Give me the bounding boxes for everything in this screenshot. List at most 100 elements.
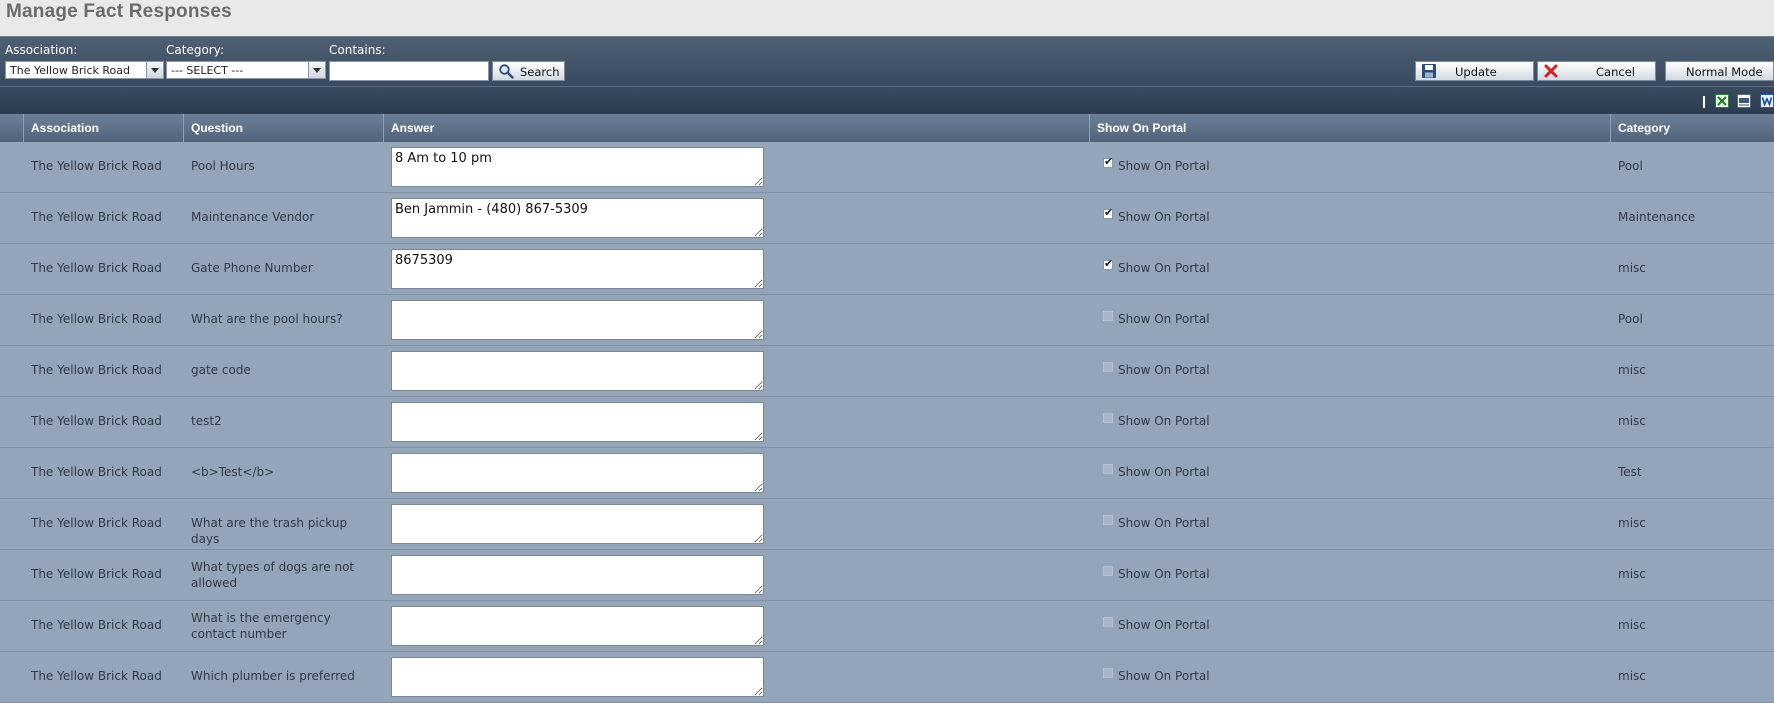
cell-category: misc	[1618, 567, 1646, 581]
category-label: Category:	[166, 43, 224, 57]
cell-association: The Yellow Brick Road	[31, 516, 162, 530]
column-header-show-on-portal[interactable]: Show On Portal	[1089, 114, 1610, 142]
answer-textarea[interactable]	[391, 300, 764, 340]
cell-category: misc	[1618, 669, 1646, 683]
cell-category: Maintenance	[1618, 210, 1696, 224]
table-row: The Yellow Brick Road <b>Test</b> Show On …	[0, 448, 1774, 499]
show-on-portal-checkbox[interactable]: ✔	[1103, 258, 1113, 270]
table-row: The Yellow Brick Road What types of dogs …	[0, 550, 1774, 601]
show-on-portal-checkbox[interactable]	[1103, 668, 1113, 678]
show-on-portal-label: Show On Portal	[1118, 363, 1210, 377]
normal-mode-button[interactable]: Normal Mode	[1665, 61, 1774, 81]
column-header-show-on-portal-label: Show On Portal	[1097, 121, 1187, 135]
cell-category: misc	[1618, 516, 1646, 530]
show-on-portal-checkbox[interactable]: ✔	[1103, 206, 1114, 219]
show-on-portal-checkbox[interactable]	[1103, 566, 1113, 576]
show-on-portal-label: Show On Portal	[1118, 312, 1210, 326]
cell-association: The Yellow Brick Road	[31, 465, 162, 479]
checkmark-icon: ✔	[1104, 206, 1114, 219]
chevron-down-icon[interactable]	[308, 62, 325, 78]
show-on-portal-label: Show On Portal	[1118, 465, 1210, 479]
column-header-question[interactable]: Question	[183, 114, 383, 142]
close-icon	[1544, 64, 1558, 78]
show-on-portal-label: Show On Portal	[1118, 669, 1210, 683]
csv-export-icon[interactable]	[1737, 94, 1751, 108]
grid-header: Association Question Answer Show On Port…	[0, 114, 1774, 143]
table-row: The Yellow Brick Road Maintenance Vendor B…	[0, 193, 1774, 244]
checkmark-icon: ✔	[1104, 155, 1114, 168]
show-on-portal-checkbox[interactable]	[1103, 464, 1113, 474]
table-row: The Yellow Brick Road What are the trash …	[0, 499, 1774, 550]
association-label: Association:	[5, 43, 78, 57]
show-on-portal-label: Show On Portal	[1118, 516, 1210, 530]
cell-question: What types of dogs are not allowed	[191, 560, 355, 590]
show-on-portal-checkbox[interactable]	[1103, 515, 1113, 525]
column-header-association-label: Association	[31, 121, 100, 135]
column-header-answer[interactable]: Answer	[383, 114, 1089, 142]
table-row: The Yellow Brick Road Gate Phone Number 86…	[0, 244, 1774, 295]
answer-textarea[interactable]: 8 Am to 10 pm	[391, 147, 764, 187]
show-on-portal-checkbox[interactable]	[1103, 311, 1113, 321]
cell-question: test2	[191, 414, 222, 428]
answer-textarea[interactable]: 8675309	[391, 249, 764, 289]
cell-category: Pool	[1618, 312, 1643, 326]
cell-question: Pool Hours	[191, 159, 255, 173]
normal-mode-button-label: Normal Mode	[1686, 65, 1763, 79]
search-button[interactable]: Search	[492, 61, 565, 81]
cell-question: Gate Phone Number	[191, 261, 313, 275]
cell-category: misc	[1618, 414, 1646, 428]
category-dropdown[interactable]: --- SELECT ---	[166, 61, 326, 79]
cell-association: The Yellow Brick Road	[31, 210, 162, 224]
cell-question: gate code	[191, 363, 251, 377]
excel-export-icon[interactable]	[1715, 94, 1729, 108]
show-on-portal-label: Show On Portal	[1118, 210, 1210, 224]
show-on-portal-checkbox[interactable]: ✔	[1103, 155, 1114, 168]
cell-category: misc	[1618, 261, 1646, 275]
cell-association: The Yellow Brick Road	[31, 363, 162, 377]
update-button[interactable]: Update	[1415, 61, 1534, 81]
table-row: The Yellow Brick Road What is the emergen…	[0, 601, 1774, 652]
cell-association: The Yellow Brick Road	[31, 261, 162, 275]
table-row: The Yellow Brick Road gate code Show On Po…	[0, 346, 1774, 397]
word-export-icon[interactable]	[1760, 94, 1774, 108]
cell-association: The Yellow Brick Road	[31, 618, 162, 632]
show-on-portal-label: Show On Portal	[1118, 567, 1210, 581]
page-title: Manage Fact Responses	[6, 1, 232, 22]
show-on-portal-checkbox[interactable]	[1103, 617, 1113, 627]
update-button-label: Update	[1455, 65, 1497, 79]
column-header-category-label: Category	[1618, 121, 1671, 135]
cell-question: What is the emergency contact number	[191, 611, 331, 641]
chevron-down-icon[interactable]	[146, 62, 163, 78]
row-indicator-header	[0, 114, 23, 142]
answer-textarea[interactable]	[391, 453, 764, 493]
cancel-button[interactable]: Cancel	[1537, 61, 1656, 81]
column-header-association[interactable]: Association	[23, 114, 183, 142]
cell-association: The Yellow Brick Road	[31, 159, 162, 173]
cell-association: The Yellow Brick Road	[31, 669, 162, 683]
column-header-category[interactable]: Category	[1610, 114, 1774, 142]
column-header-question-label: Question	[191, 121, 244, 135]
association-dropdown-value: The Yellow Brick Road	[10, 64, 130, 77]
toolbar-separator	[1703, 96, 1705, 108]
show-on-portal-checkbox[interactable]	[1103, 413, 1113, 423]
answer-textarea[interactable]	[391, 555, 764, 595]
answer-textarea[interactable]	[391, 351, 764, 391]
answer-textarea[interactable]	[391, 402, 764, 442]
cell-category: Pool	[1618, 159, 1643, 173]
column-header-answer-label: Answer	[391, 121, 435, 135]
answer-textarea[interactable]	[391, 657, 764, 697]
cell-association: The Yellow Brick Road	[31, 414, 162, 428]
association-dropdown[interactable]: The Yellow Brick Road	[5, 61, 164, 79]
contains-input[interactable]	[329, 61, 489, 81]
answer-textarea[interactable]	[391, 504, 764, 544]
show-on-portal-label: Show On Portal	[1118, 618, 1210, 632]
answer-textarea[interactable]: Ben Jammin - (480) 867-5309	[391, 198, 764, 238]
cell-category: misc	[1618, 618, 1646, 632]
grid-toolbar	[0, 86, 1774, 115]
answer-textarea[interactable]	[391, 606, 764, 646]
cell-question: What are the trash pickup days	[191, 516, 348, 546]
cell-association: The Yellow Brick Road	[31, 312, 162, 326]
category-dropdown-value: --- SELECT ---	[171, 64, 244, 77]
cell-association: The Yellow Brick Road	[31, 567, 162, 581]
show-on-portal-checkbox[interactable]	[1103, 362, 1113, 372]
